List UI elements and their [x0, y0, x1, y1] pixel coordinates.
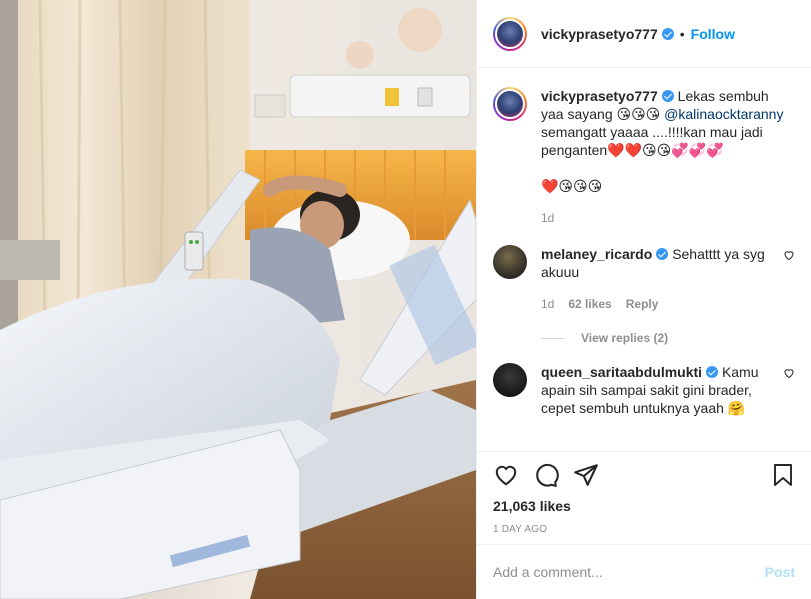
comment-input[interactable]	[493, 564, 765, 580]
follow-button[interactable]: Follow	[691, 26, 735, 42]
commenter-username[interactable]: melaney_ricardo	[541, 246, 652, 262]
reply-button[interactable]: Reply	[626, 295, 659, 313]
comment-time[interactable]: 1d	[541, 295, 554, 313]
view-replies-button[interactable]: View replies (2)	[541, 331, 795, 345]
likes-count[interactable]: 21,063 likes	[493, 498, 795, 514]
commenter-avatar[interactable]	[493, 245, 527, 279]
author-avatar[interactable]	[493, 16, 527, 51]
post-header: vickyprasetyo777 • Follow	[477, 0, 811, 68]
verified-icon	[656, 248, 669, 260]
hospital-bed-photo	[0, 0, 476, 599]
post-details-panel: vickyprasetyo777 • Follow vickyprasetyo7…	[476, 0, 811, 599]
caption-avatar[interactable]	[493, 87, 527, 121]
comment-item: queen_saritaabdulmukti Kamu apain sih sa…	[493, 345, 795, 417]
view-replies-line	[541, 337, 565, 339]
caption-time[interactable]: 1d	[541, 209, 554, 227]
verified-icon	[661, 90, 674, 102]
share-icon[interactable]	[573, 462, 599, 488]
post-timestamp[interactable]: 1 DAY AGO	[493, 524, 795, 535]
heart-icon[interactable]	[493, 462, 519, 488]
view-replies-label[interactable]: View replies (2)	[581, 331, 668, 345]
commenter-username[interactable]: queen_saritaabdulmukti	[541, 364, 702, 380]
comment-icon[interactable]	[533, 462, 559, 488]
commenter-avatar[interactable]	[493, 363, 527, 397]
post-photo[interactable]	[0, 0, 476, 599]
comments-list[interactable]: vickyprasetyo777 Lekas sembuh yaa sayang…	[477, 69, 811, 451]
add-comment-bar: Post	[477, 544, 811, 599]
verified-icon	[661, 27, 674, 40]
caption-username[interactable]: vickyprasetyo777	[541, 88, 658, 104]
post-actions: 21,063 likes 1 DAY AGO	[477, 451, 811, 544]
author-username[interactable]: vickyprasetyo777	[541, 26, 658, 42]
caption-text-3: ❤️😘😘😘	[541, 178, 603, 194]
separator-dot: •	[679, 25, 685, 42]
caption-text-2: semangatt yaaaa ....!!!!kan mau jadi pen…	[541, 124, 763, 158]
verified-icon	[706, 366, 719, 378]
comment-like-heart-icon[interactable]	[783, 367, 795, 379]
comment-item: melaney_ricardo Sehatttt ya syg akuuu 1d…	[493, 227, 795, 313]
bookmark-icon[interactable]	[771, 462, 795, 488]
caption-mention[interactable]: @kalinaocktaranny	[664, 106, 783, 122]
comment-likes[interactable]: 62 likes	[568, 295, 611, 313]
comment-like-heart-icon[interactable]	[783, 249, 795, 261]
post-comment-button[interactable]: Post	[765, 564, 795, 580]
caption: vickyprasetyo777 Lekas sembuh yaa sayang…	[493, 69, 795, 227]
